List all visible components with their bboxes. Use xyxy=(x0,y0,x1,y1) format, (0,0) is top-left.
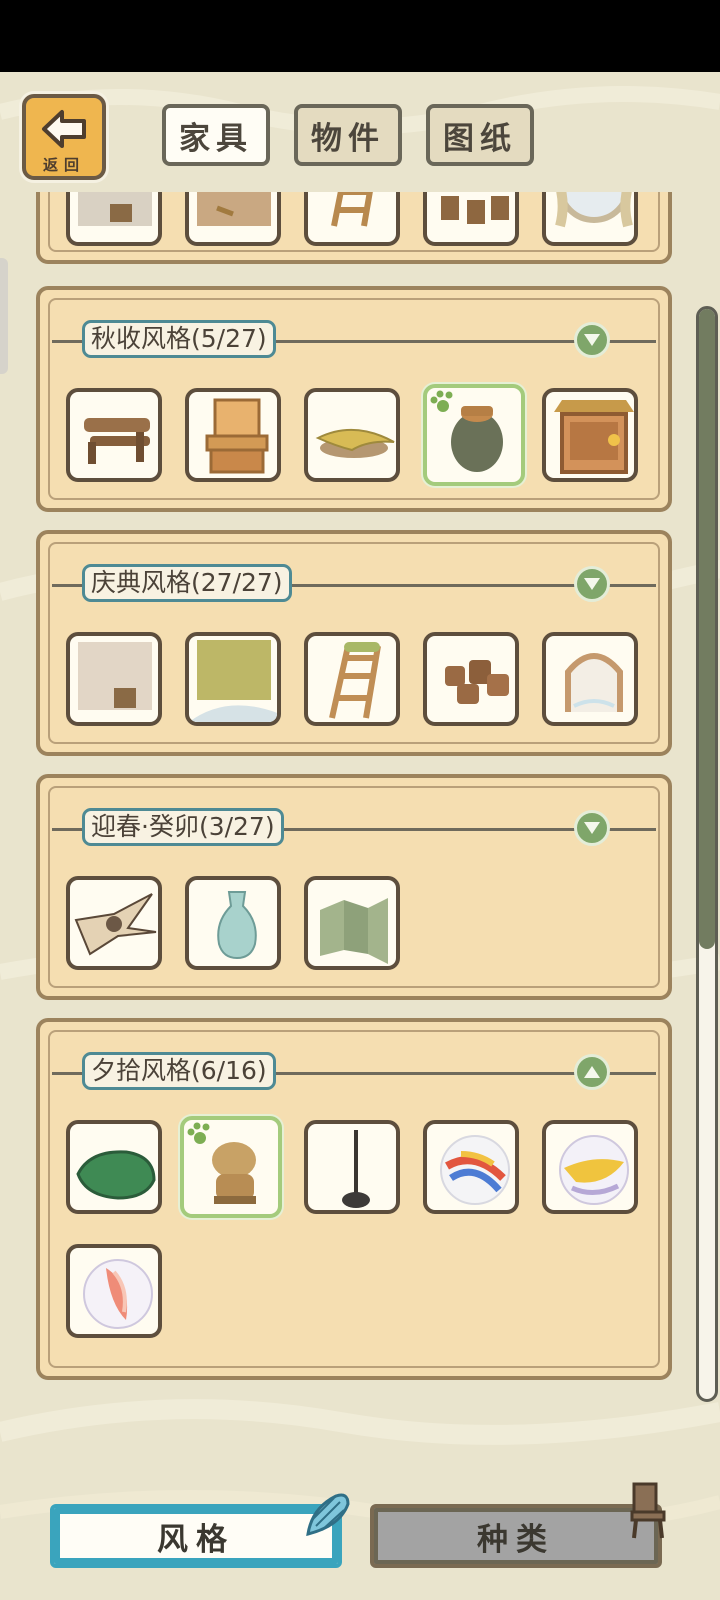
chevron-down-icon xyxy=(584,578,600,590)
item-stools[interactable] xyxy=(423,192,519,246)
clay-pots-icon xyxy=(445,660,509,704)
item-clay-jar[interactable] xyxy=(423,384,525,486)
item-wooden-bench[interactable] xyxy=(66,388,162,482)
item-marble-rainbow[interactable] xyxy=(423,1120,519,1214)
item-wooden-cupboard[interactable] xyxy=(185,388,281,482)
round-window-icon xyxy=(555,192,633,228)
style-section-evening: 夕拾风格(6/16) xyxy=(36,1018,672,1380)
item-straw-mat[interactable] xyxy=(304,388,400,482)
wooden-bench-icon xyxy=(84,418,150,464)
section-toggle-button[interactable] xyxy=(574,1054,610,1090)
item-green-floor[interactable] xyxy=(185,632,281,726)
item-mossy-ladder[interactable] xyxy=(304,632,400,726)
ladder-icon xyxy=(329,642,381,719)
chevron-down-icon xyxy=(584,334,600,346)
section-title: 迎春·癸卯(3/27) xyxy=(82,808,284,846)
scrollbar-thumb[interactable] xyxy=(699,309,715,949)
cupboard-icon xyxy=(205,398,269,474)
style-section xyxy=(36,192,672,264)
tab-furniture[interactable]: 家具 xyxy=(162,104,270,166)
arched-window-icon xyxy=(565,653,623,712)
sand-floor-icon xyxy=(197,192,271,226)
swallow-kite-icon xyxy=(74,893,157,956)
seashell-icon xyxy=(306,1493,350,1537)
celadon-vase-icon xyxy=(217,891,257,960)
item-swallow-kite[interactable] xyxy=(66,876,162,970)
item-sand-floor[interactable] xyxy=(185,192,281,246)
style-view-button[interactable]: 风格 xyxy=(50,1504,342,1568)
folding-screen-icon xyxy=(320,898,388,964)
item-marble-pink[interactable] xyxy=(66,1244,162,1338)
section-title: 庆典风格(27/27) xyxy=(82,564,292,602)
marble-yellow-icon xyxy=(559,1135,629,1205)
green-stone-icon xyxy=(76,1150,156,1200)
tab-blueprints[interactable]: 图纸 xyxy=(426,104,534,166)
thatched-stall-icon xyxy=(554,400,634,474)
back-button[interactable]: 返回 xyxy=(22,94,106,180)
stick-pole-icon xyxy=(342,1130,370,1208)
paw-mark-icon xyxy=(430,390,453,412)
straw-mat-icon xyxy=(315,429,395,458)
section-title: 秋收风格(5/27) xyxy=(82,320,276,358)
item-folding-screen[interactable] xyxy=(304,876,400,970)
wood-wall-icon xyxy=(78,642,152,710)
back-label: 返回 xyxy=(42,156,85,174)
marble-pink-icon xyxy=(83,1259,153,1329)
kind-view-button[interactable]: 种类 xyxy=(370,1504,662,1568)
style-section-autumn: 秋收风格(5/27) xyxy=(36,286,672,512)
green-floor-icon xyxy=(189,640,277,722)
style-section-spring: 迎春·癸卯(3/27) xyxy=(36,774,672,1000)
item-stick-pole[interactable] xyxy=(304,1120,400,1214)
item-thatched-stall[interactable] xyxy=(542,388,638,482)
chevron-down-icon xyxy=(584,822,600,834)
item-frog-statue[interactable] xyxy=(180,1116,282,1218)
item-clay-pots[interactable] xyxy=(423,632,519,726)
item-celadon-vase[interactable] xyxy=(185,876,281,970)
section-toggle-button[interactable] xyxy=(574,566,610,602)
item-wood-wall-bucket[interactable] xyxy=(66,632,162,726)
item-green-stone[interactable] xyxy=(66,1120,162,1214)
stools-icon xyxy=(441,196,509,224)
section-toggle-button[interactable] xyxy=(574,810,610,846)
style-section-celebration: 庆典风格(27/27) xyxy=(36,530,672,756)
style-list[interactable]: 秋收风格(5/27) 庆典风格(27/27) 迎春·癸卯(3/27) 夕拾风格(… xyxy=(0,192,720,1406)
chair-icon xyxy=(630,1482,666,1539)
item-marble-yellow[interactable] xyxy=(542,1120,638,1214)
tab-objects[interactable]: 物件 xyxy=(294,104,402,166)
section-title: 夕拾风格(6/16) xyxy=(82,1052,276,1090)
chevron-up-icon xyxy=(584,1066,600,1078)
item-wood-wall-bucket[interactable] xyxy=(66,192,162,246)
paw-mark-icon xyxy=(187,1122,210,1144)
marble-rainbow-icon xyxy=(440,1135,510,1205)
item-ladder[interactable] xyxy=(304,192,400,246)
scrollbar[interactable] xyxy=(696,306,718,1402)
status-bar xyxy=(0,0,720,72)
section-toggle-button[interactable] xyxy=(574,322,610,358)
wood-wall-icon xyxy=(78,192,152,226)
item-round-window[interactable] xyxy=(542,192,638,246)
ladder-icon xyxy=(331,192,373,227)
item-arched-window[interactable] xyxy=(542,632,638,726)
back-arrow-icon xyxy=(42,110,86,148)
